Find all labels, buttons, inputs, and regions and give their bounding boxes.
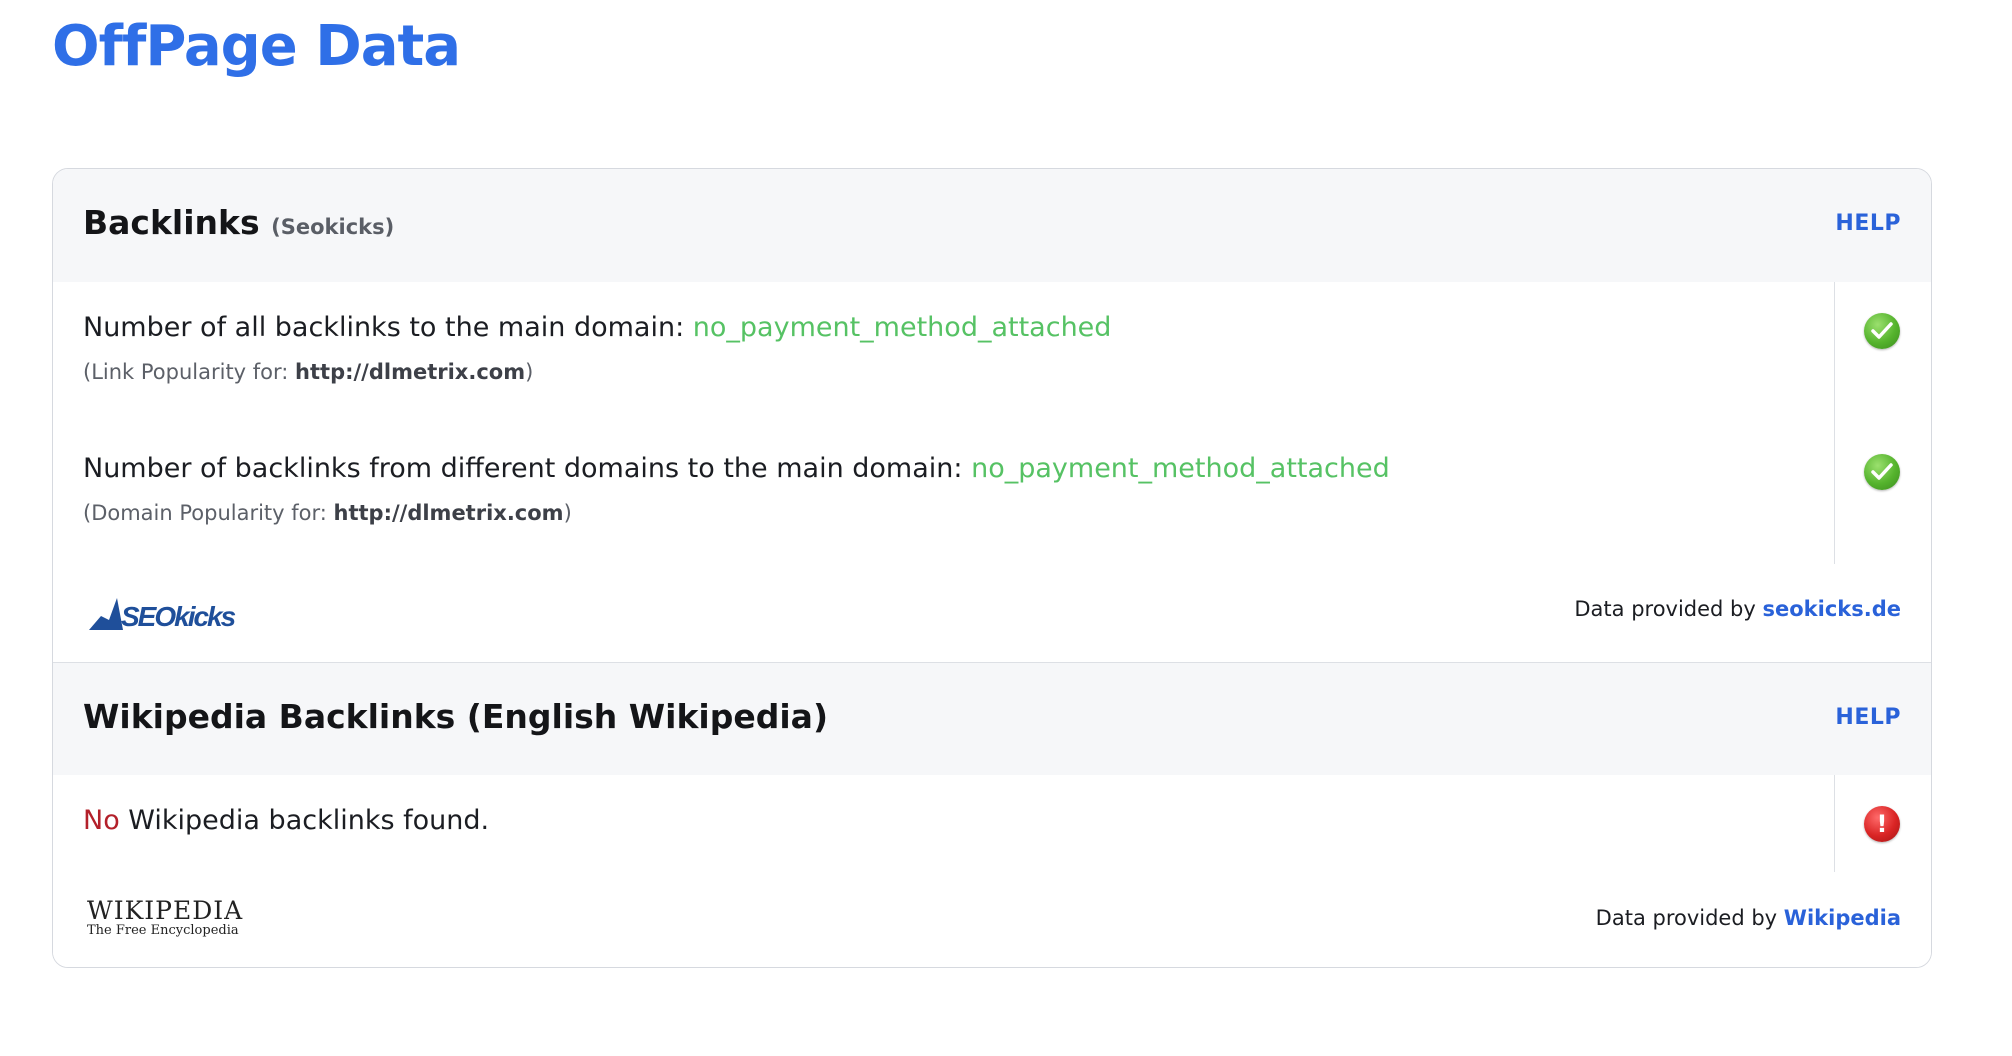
backlinks-footer: SEOkicks Data provided by seokicks.de [53,564,1931,663]
row-main-text: Number of backlinks from different domai… [83,453,1390,484]
note-url: http://dlmetrix.com [295,360,526,384]
error-icon: ! [1864,806,1900,842]
row-label: Number of backlinks from different domai… [83,453,963,484]
note-url: http://dlmetrix.com [333,501,564,525]
wikipedia-logo-title: WIKIPEDIA [87,896,244,925]
row-note: (Link Popularity for: http://dlmetrix.co… [83,360,533,384]
provided-prefix: Data provided by [1574,597,1763,621]
wikipedia-footer: WIKIPEDIA The Free Encyclopedia Data pro… [53,872,1931,967]
status-cell [1834,423,1931,564]
wikipedia-help-link[interactable]: HELP [1835,705,1901,730]
note-suffix: ) [563,501,572,525]
backlinks-title: Backlinks (Seokicks) [83,203,394,242]
wikipedia-row-text: No Wikipedia backlinks found. [83,805,489,836]
seokicks-attribution: Data provided by seokicks.de [1574,597,1901,621]
note-prefix: (Domain Popularity for: [83,501,334,525]
backlinks-title-text: Backlinks [83,203,260,242]
seokicks-link[interactable]: seokicks.de [1763,597,1902,621]
seokicks-logo: SEOkicks [87,590,238,640]
wikipedia-row-message: Wikipedia backlinks found. [119,805,490,836]
wikipedia-logo: WIKIPEDIA The Free Encyclopedia [87,896,243,938]
status-cell: ! [1834,775,1931,872]
seokicks-logo-text: SEOkicks [121,601,236,632]
status-cell [1834,282,1931,423]
row-value: no_payment_method_attached [692,312,1112,343]
wikipedia-header: Wikipedia Backlinks (English Wikipedia) … [53,663,1931,776]
provided-prefix: Data provided by [1595,906,1784,930]
wikipedia-link[interactable]: Wikipedia [1784,906,1901,930]
backlinks-row-domains: Number of backlinks from different domai… [53,423,1931,565]
backlinks-header: Backlinks (Seokicks) HELP [53,169,1931,283]
wikipedia-logo-tagline: The Free Encyclopedia [87,923,239,938]
row-value: no_payment_method_attached [971,453,1390,484]
backlinks-source: (Seokicks) [271,215,395,239]
row-label: Number of all backlinks to the main doma… [83,312,685,343]
backlinks-help-link[interactable]: HELP [1835,211,1901,236]
backlinks-row-all: Number of all backlinks to the main doma… [53,282,1931,424]
no-word: No [83,805,120,836]
row-main-text: Number of all backlinks to the main doma… [83,312,1111,343]
wikipedia-row: No Wikipedia backlinks found. ! [53,775,1931,873]
page-title: OffPage Data [52,14,461,79]
wikipedia-attribution: Data provided by Wikipedia [1596,906,1901,930]
wikipedia-title: Wikipedia Backlinks (English Wikipedia) [83,697,829,736]
note-suffix: ) [525,360,534,384]
check-icon [1864,313,1900,349]
check-icon [1864,454,1900,490]
offpage-card: Backlinks (Seokicks) HELP Number of all … [52,168,1932,968]
note-prefix: (Link Popularity for: [83,360,296,384]
row-note: (Domain Popularity for: http://dlmetrix.… [83,501,572,525]
